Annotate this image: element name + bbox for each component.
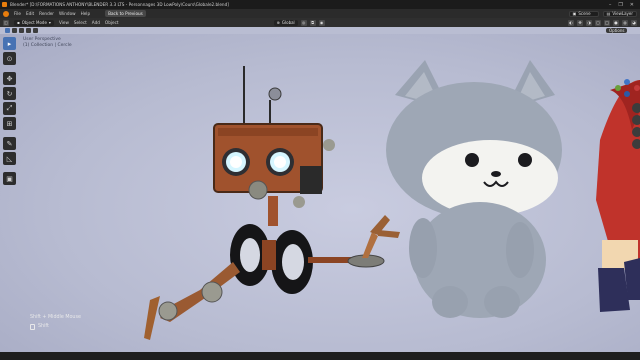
hint-line-2: Shift [38,324,49,329]
xray-icon[interactable]: ▢ [595,19,601,26]
select-extend-icon[interactable] [12,28,17,33]
select-intersect-icon[interactable] [33,28,38,33]
viewlayer-label: ViewLayer [612,11,633,16]
annotate-icon[interactable]: ✎ [3,137,16,150]
top-menubar: File Edit Render Window Help Back to Pre… [0,9,640,18]
shading-material-icon[interactable]: ◍ [622,19,628,26]
menu-add[interactable]: Add [92,20,100,25]
menu-select[interactable]: Select [74,20,87,25]
tool-shelf: ▸ ⊙ ✥ ↻ ⤢ ⊞ ✎ ◺ ▣ [3,37,17,185]
minimize-button[interactable]: – [609,2,612,8]
blender-logo-icon[interactable] [3,10,9,17]
scene-label: Scene [578,11,591,16]
select-new-icon[interactable] [5,28,10,33]
gizmo-icon[interactable]: ✥ [577,19,583,26]
proportional-edit-icon[interactable]: ◉ [318,19,325,26]
select-box-icon[interactable]: ▸ [3,37,16,50]
measure-icon[interactable]: ◺ [3,152,16,165]
maximize-button[interactable]: ❐ [618,2,622,8]
workspace-tabs: Back to Previous [105,10,146,17]
close-button[interactable]: ✕ [630,2,634,8]
transform-controls: ⊕ Global ◎ ⧉ ◉ [273,19,325,26]
window-title: Blender* [D:\FORMATIONS ANTHONY\BLENDER … [10,2,229,7]
transform-orientation-dropdown[interactable]: ⊕ Global [273,19,298,26]
select-invert-icon[interactable] [26,28,31,33]
scene-icon: ▣ [572,11,577,16]
shading-wireframe-icon[interactable]: ◯ [604,19,610,26]
navigation-gizmo[interactable] [604,68,640,158]
transform-orientation-label: Global [281,20,295,25]
shading-rendered-icon[interactable]: ◕ [631,19,637,26]
object-mode-icon: ▪ [17,20,20,25]
scene-selectors: ▣ Scene ▤ ViewLayer [568,10,637,17]
gizmo-z-axis[interactable] [624,79,630,85]
menu-help[interactable]: Help [81,11,91,16]
rotate-icon[interactable]: ↻ [3,87,16,100]
move-icon[interactable]: ✥ [3,72,16,85]
steampunk-robot-model[interactable] [144,66,400,340]
title-bar: Blender* [D:\FORMATIONS ANTHONY\BLENDER … [0,0,640,9]
3d-viewport[interactable] [0,34,640,352]
mode-dropdown[interactable]: ▪ Object Mode ▾ [14,19,54,26]
selection-mode-strip [0,27,640,34]
add-cube-icon[interactable]: ▣ [3,172,16,185]
mode-label: Object Mode [21,20,47,25]
keystroke-hint: Shift + Middle Mouse Shift [30,313,81,331]
active-collection-label: (1) Collection | Cercle [23,43,72,48]
menu-render[interactable]: Render [39,11,54,16]
pivot-icon[interactable]: ◎ [300,19,307,26]
scene-render [144,60,640,340]
menu-edit[interactable]: Edit [26,11,34,16]
blender-app-icon [2,2,7,7]
snap-icon[interactable]: ⧉ [309,19,316,26]
viewport-info: User Perspective (1) Collection | Cercle [23,37,72,49]
menu-file[interactable]: File [14,11,21,16]
chevron-down-icon: ▾ [48,20,51,25]
transform-icon[interactable]: ⊞ [3,117,16,130]
hint-line-1: Shift + Middle Mouse [30,315,81,320]
visibility-icon[interactable]: ◐ [568,19,574,26]
viewport-header: ◫ ▪ Object Mode ▾ View Select Add Object… [0,18,640,27]
select-subtract-icon[interactable] [19,28,24,33]
menu-view[interactable]: View [59,20,69,25]
scene-selector[interactable]: ▣ Scene [568,10,599,17]
viewlayer-icon: ▤ [606,11,611,16]
overlay-icon[interactable]: ◑ [586,19,592,26]
viewlayer-selector[interactable]: ▤ ViewLayer [602,10,637,17]
back-to-previous-button[interactable]: Back to Previous [105,10,146,17]
key-icon [30,323,35,330]
window-controls: – ❐ ✕ [609,2,638,8]
status-bar [0,352,640,360]
menu-object[interactable]: Object [105,20,119,25]
shading-solid-icon[interactable]: ● [613,19,619,26]
orientation-icon: ⊕ [276,20,280,25]
editor-type-icon[interactable]: ◫ [3,19,9,26]
scale-icon[interactable]: ⤢ [3,102,16,115]
viewport-display-controls: ◐ ✥ ◑ ▢ ◯ ● ◍ ◕ [568,19,637,26]
cursor-icon[interactable]: ⊙ [3,52,16,65]
cat-character-model[interactable] [386,60,562,318]
menu-window[interactable]: Window [59,11,76,16]
